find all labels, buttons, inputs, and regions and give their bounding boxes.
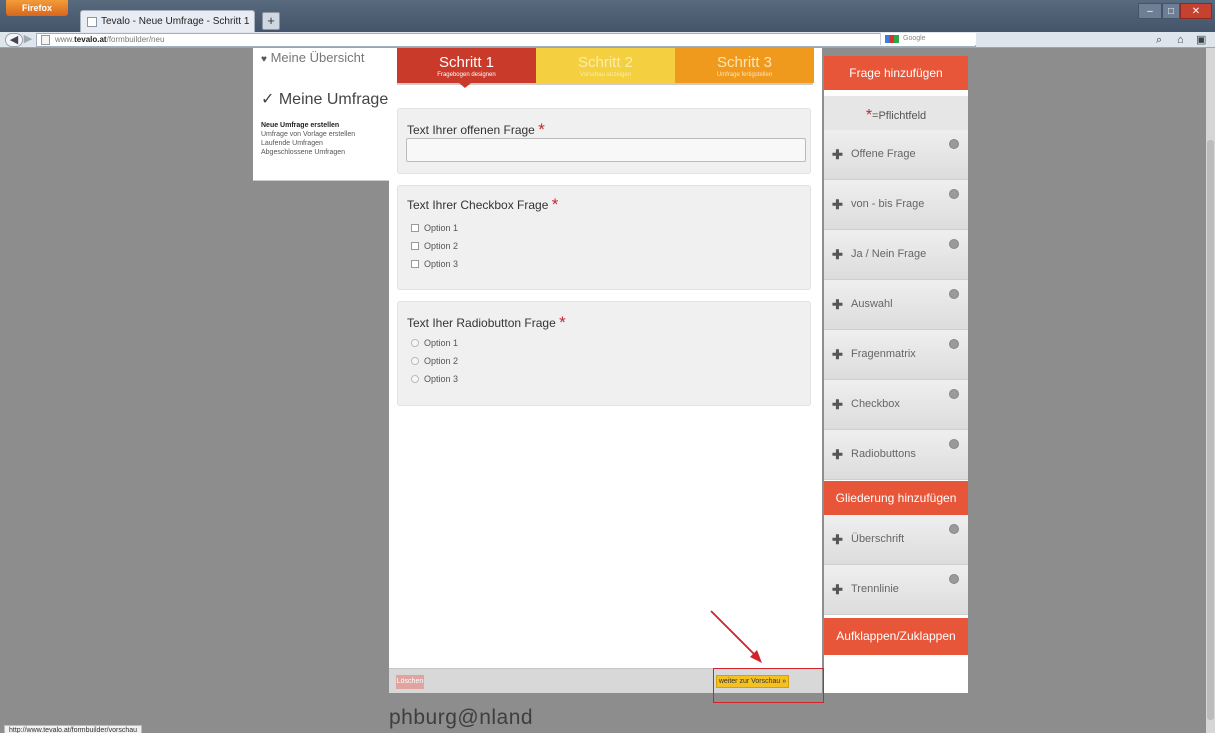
phburgenland-logo: phburg@nland [389,706,534,729]
annotation-arrow-icon [710,610,762,663]
status-bar: http://www.tevalo.at/formbuilder/vorscha… [4,725,143,733]
